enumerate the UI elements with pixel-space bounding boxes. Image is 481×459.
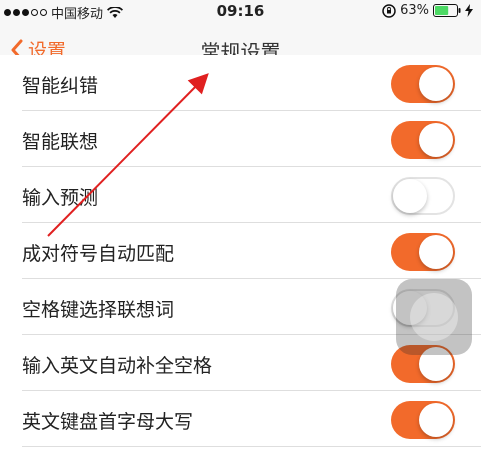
setting-toggle[interactable] xyxy=(391,121,455,159)
setting-row: 智能纠错 xyxy=(0,55,481,111)
setting-label: 智能纠错 xyxy=(22,75,99,97)
setting-toggle[interactable] xyxy=(391,177,455,215)
setting-label: 空格键选择联想词 xyxy=(22,299,175,321)
setting-row: 智能联想 xyxy=(0,111,481,167)
setting-label: 智能联想 xyxy=(22,131,99,153)
charging-bolt-icon xyxy=(465,4,473,17)
battery-icon xyxy=(433,4,461,17)
assistive-touch-icon xyxy=(410,293,458,341)
setting-toggle[interactable] xyxy=(391,401,455,439)
setting-toggle[interactable] xyxy=(391,65,455,103)
assistive-touch-button[interactable] xyxy=(396,279,472,355)
setting-label: 成对符号自动匹配 xyxy=(22,243,175,265)
setting-row: 输入预测 xyxy=(0,167,481,223)
battery-percent: 63% xyxy=(400,3,429,18)
rotation-lock-icon xyxy=(382,3,396,18)
status-right: 63% xyxy=(382,3,473,18)
setting-row: 成对符号自动匹配 xyxy=(0,223,481,279)
setting-label: 输入英文自动补全空格 xyxy=(22,355,213,377)
setting-label: 输入预测 xyxy=(22,187,99,209)
setting-row: 英文键盘首字母大写 xyxy=(0,391,481,447)
status-bar: 中国移动 09:16 63% xyxy=(0,0,481,24)
setting-label: 英文键盘首字母大写 xyxy=(22,411,194,433)
setting-toggle[interactable] xyxy=(391,233,455,271)
